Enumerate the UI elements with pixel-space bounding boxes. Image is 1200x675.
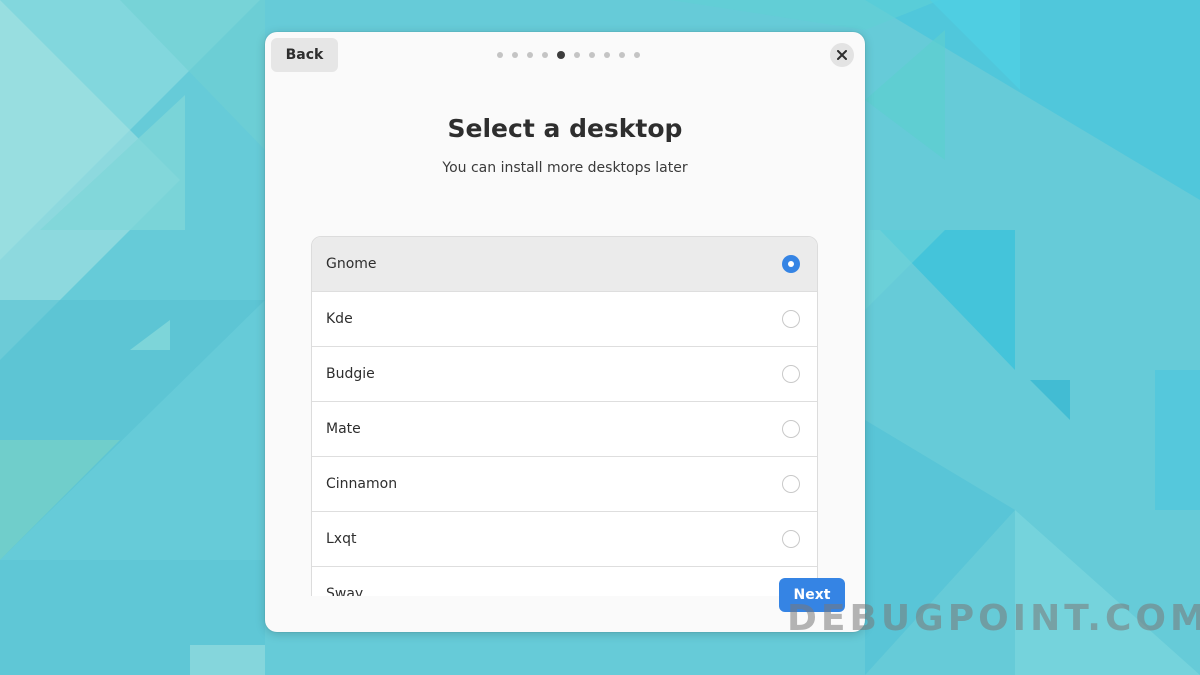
close-icon <box>837 50 847 60</box>
desktop-option-label: Gnome <box>326 256 377 272</box>
page-dot <box>604 52 610 58</box>
page-dot <box>634 52 640 58</box>
page-indicator <box>497 51 640 59</box>
page-dot <box>574 52 580 58</box>
back-button[interactable]: Back <box>271 38 338 72</box>
radio-button[interactable] <box>782 475 800 493</box>
desktop-option-label: Mate <box>326 421 361 437</box>
desktop-option-kde[interactable]: Kde <box>312 292 817 347</box>
radio-button[interactable] <box>782 420 800 438</box>
desktop-option-label: Cinnamon <box>326 476 398 492</box>
setup-dialog: Back Select a desktop You can install mo… <box>265 32 865 632</box>
radio-button[interactable] <box>782 310 800 328</box>
page-subtitle: You can install more desktops later <box>442 160 688 176</box>
page-dot <box>589 52 595 58</box>
desktop-option-label: Sway <box>326 586 364 596</box>
radio-button[interactable] <box>782 530 800 548</box>
desktop-option-budgie[interactable]: Budgie <box>312 347 817 402</box>
desktop-option-label: Budgie <box>326 366 375 382</box>
close-button[interactable] <box>830 43 854 67</box>
page-title: Select a desktop <box>447 114 683 143</box>
desktop-option-cinnamon[interactable]: Cinnamon <box>312 457 817 512</box>
page-dot <box>497 52 503 58</box>
desktop-option-label: Lxqt <box>326 531 357 547</box>
desktop-list: Gnome Kde Budgie Mate Cinnamon Lxqt Sway <box>311 236 818 596</box>
page-dot <box>542 52 548 58</box>
desktop-option-mate[interactable]: Mate <box>312 402 817 457</box>
desktop-list-viewport[interactable]: Gnome Kde Budgie Mate Cinnamon Lxqt Sway <box>311 236 818 596</box>
page-dot <box>527 52 533 58</box>
watermark: DEBUGPOINT.COM <box>787 598 1200 639</box>
page-dot <box>619 52 625 58</box>
desktop-option-lxqt[interactable]: Lxqt <box>312 512 817 567</box>
page-dot-active <box>557 51 565 59</box>
radio-button[interactable] <box>782 255 800 273</box>
desktop-option-sway[interactable]: Sway <box>312 567 817 596</box>
desktop-option-gnome[interactable]: Gnome <box>312 237 817 292</box>
radio-button[interactable] <box>782 365 800 383</box>
desktop-option-label: Kde <box>326 311 353 327</box>
page-dot <box>512 52 518 58</box>
